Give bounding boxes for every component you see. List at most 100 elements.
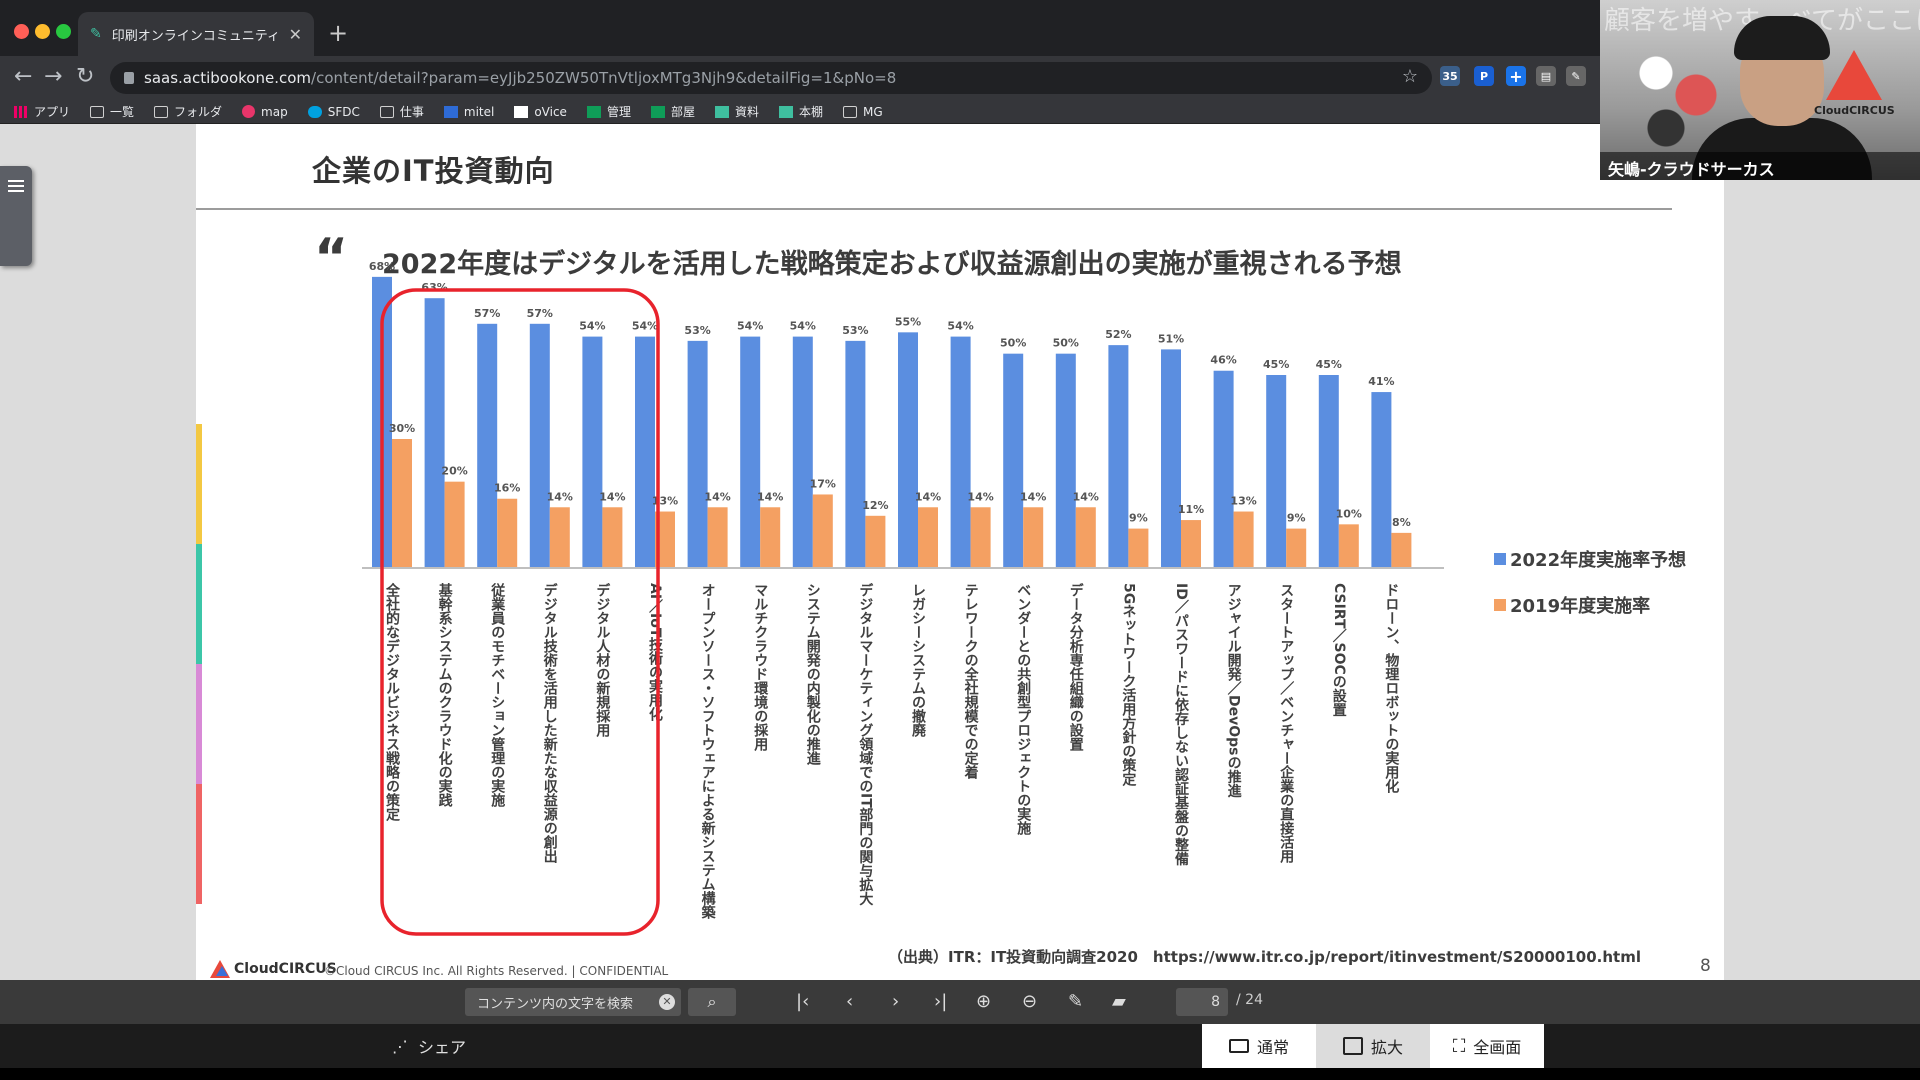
maximize-window-button[interactable] <box>56 24 71 39</box>
zoom-in-icon[interactable]: ⊕ <box>976 990 991 1014</box>
participant-video[interactable]: 顧客を増やす べてがここに CloudCIRCUS 矢嶋-クラウドサーカス <box>1600 0 1920 180</box>
data-label-2022: 63% <box>421 281 447 294</box>
plus-green-icon <box>586 105 601 118</box>
normal-view-icon <box>1228 1039 1249 1053</box>
bookmark-star-icon[interactable]: ☆ <box>1402 66 1418 87</box>
bar-2019 <box>1286 528 1307 567</box>
new-tab-icon[interactable]: + <box>328 19 348 47</box>
category-label: アジャイル開発／DevOpsの推進 <box>1226 583 1243 799</box>
extension-p-icon[interactable]: P <box>1474 66 1494 86</box>
next-page-icon[interactable]: › <box>892 990 899 1014</box>
mode-label: 通常 <box>1256 1038 1289 1057</box>
share-button[interactable]: ⋰ シェア <box>392 1034 466 1058</box>
close-window-button[interactable] <box>14 24 29 39</box>
bookmark-docs[interactable]: 資料 <box>714 103 759 120</box>
bookmark-label: フォルダ <box>174 105 223 119</box>
bookmark-room[interactable]: 部屋 <box>650 103 695 120</box>
bookmark-apps[interactable]: アプリ <box>14 103 70 120</box>
share-label: シェア <box>418 1038 467 1057</box>
bookmark-label: 部屋 <box>670 105 695 119</box>
highlight-box <box>380 288 660 936</box>
browser-tab[interactable]: ✎ 印刷オンラインコミュニティ 制 ✕ <box>78 12 314 56</box>
data-label-2022: 53% <box>842 324 868 337</box>
logo-text: CloudCIRCUS <box>234 961 337 977</box>
plus-green-icon <box>650 105 665 118</box>
mitel-icon <box>443 105 458 118</box>
bar-2019 <box>1075 507 1096 567</box>
bookmark-mitel[interactable]: mitel <box>443 104 495 119</box>
search-button[interactable]: ⌕ <box>688 988 736 1016</box>
data-label-2022: 50% <box>1000 337 1026 350</box>
data-label-2022: 57% <box>474 307 500 320</box>
data-label-2022: 54% <box>947 320 973 333</box>
data-label-2022: 53% <box>684 324 710 337</box>
data-label-2019: 14% <box>1020 490 1046 503</box>
bookmark-label: 仕事 <box>399 105 424 119</box>
bookmark-map[interactable]: map <box>242 105 288 119</box>
tab-title: 印刷オンラインコミュニティ 制 <box>111 28 279 44</box>
data-label-2019: 12% <box>862 499 888 512</box>
eraser-icon[interactable]: ▰ <box>1112 990 1126 1014</box>
data-label-2019: 16% <box>494 482 520 495</box>
extension-doc-icon[interactable]: ▤ <box>1536 66 1556 86</box>
forward-icon[interactable]: → <box>44 66 62 88</box>
back-icon[interactable]: ← <box>14 66 32 88</box>
bookmark-mg[interactable]: MG <box>843 105 883 119</box>
bar-2022 <box>1371 392 1392 567</box>
cloudcircus-video-logo-icon <box>1826 50 1882 100</box>
view-mode-fullscreen-button[interactable]: ⛶ 全画面 <box>1430 1024 1544 1068</box>
list-icon <box>8 180 24 192</box>
bookmark-label: MG <box>863 104 883 119</box>
category-label: 基幹系システムのクラウド化の実践 <box>437 582 453 808</box>
extension-plus-icon[interactable]: + <box>1506 66 1526 86</box>
bookmark-label: 資料 <box>734 105 759 119</box>
folder-icon <box>379 105 394 118</box>
bar-2022 <box>1055 353 1076 567</box>
category-label: 全社的なデジタルビジネス戦略の策定 <box>384 582 401 822</box>
last-page-icon[interactable]: ›| <box>934 990 947 1014</box>
category-label: スタートアップ／ベンチャー企業の直接活用 <box>1278 583 1295 864</box>
actibook-favicon-icon: ✎ <box>90 26 102 42</box>
bar-2019 <box>970 507 991 567</box>
bar-2022 <box>898 332 918 567</box>
mode-label: 全画面 <box>1473 1038 1522 1057</box>
bookmark-ovice[interactable]: oVice <box>514 105 567 119</box>
minimize-window-button[interactable] <box>35 24 50 39</box>
category-label: レガシーシステムの撤廃 <box>910 583 926 738</box>
bookmark-work[interactable]: 仕事 <box>379 103 424 120</box>
data-label-2019: 9% <box>1287 512 1306 525</box>
reload-icon[interactable]: ↻ <box>76 66 94 88</box>
bookmark-folder[interactable]: フォルダ <box>154 103 222 120</box>
view-mode-normal-button[interactable]: 通常 <box>1202 1024 1316 1068</box>
bookmark-label: mitel <box>463 104 495 119</box>
data-label-2022: 50% <box>1053 337 1079 350</box>
bar-2022 <box>1318 375 1339 567</box>
bar-2022 <box>1003 353 1024 567</box>
clear-search-icon[interactable]: ✕ <box>659 994 675 1010</box>
bar-2019 <box>918 507 938 567</box>
bookmark-admin[interactable]: 管理 <box>586 103 631 120</box>
extension-badge-icon[interactable]: 35 <box>1440 66 1460 86</box>
close-tab-icon[interactable]: ✕ <box>289 25 302 44</box>
extension-note-icon[interactable]: ✎ <box>1566 66 1586 86</box>
first-page-icon[interactable]: |‹ <box>796 990 809 1014</box>
data-label-2019: 14% <box>757 490 783 503</box>
category-label: マルチクラウド環境の採用 <box>752 583 768 752</box>
data-label-2022: 46% <box>1210 354 1236 367</box>
bookmark-shelf[interactable]: 本棚 <box>778 103 823 120</box>
previous-page-icon[interactable]: ‹ <box>846 990 853 1014</box>
data-label-2022: 54% <box>632 320 658 333</box>
pen-icon[interactable]: ✎ <box>1068 990 1083 1014</box>
zoom-out-icon[interactable]: ⊖ <box>1022 990 1037 1014</box>
view-mode-zoom-button[interactable]: 拡大 <box>1316 1024 1430 1068</box>
content-search-input[interactable]: コンテンツ内の文字を検索 ✕ <box>465 988 681 1016</box>
bar-2019 <box>1023 507 1044 567</box>
address-bar[interactable]: saas.actibookone.com/content/detail?para… <box>110 62 1432 94</box>
data-label-2022: 52% <box>1105 328 1131 341</box>
page-number-input[interactable]: 8 <box>1176 988 1228 1016</box>
data-label-2022: 68% <box>369 260 395 273</box>
table-of-contents-tab[interactable] <box>0 166 32 266</box>
bookmark-sfdc[interactable]: SFDC <box>307 105 360 119</box>
bookmark-folder-list[interactable]: 一覧 <box>90 103 134 120</box>
category-label: システム開発の内製化の推進 <box>805 583 822 766</box>
